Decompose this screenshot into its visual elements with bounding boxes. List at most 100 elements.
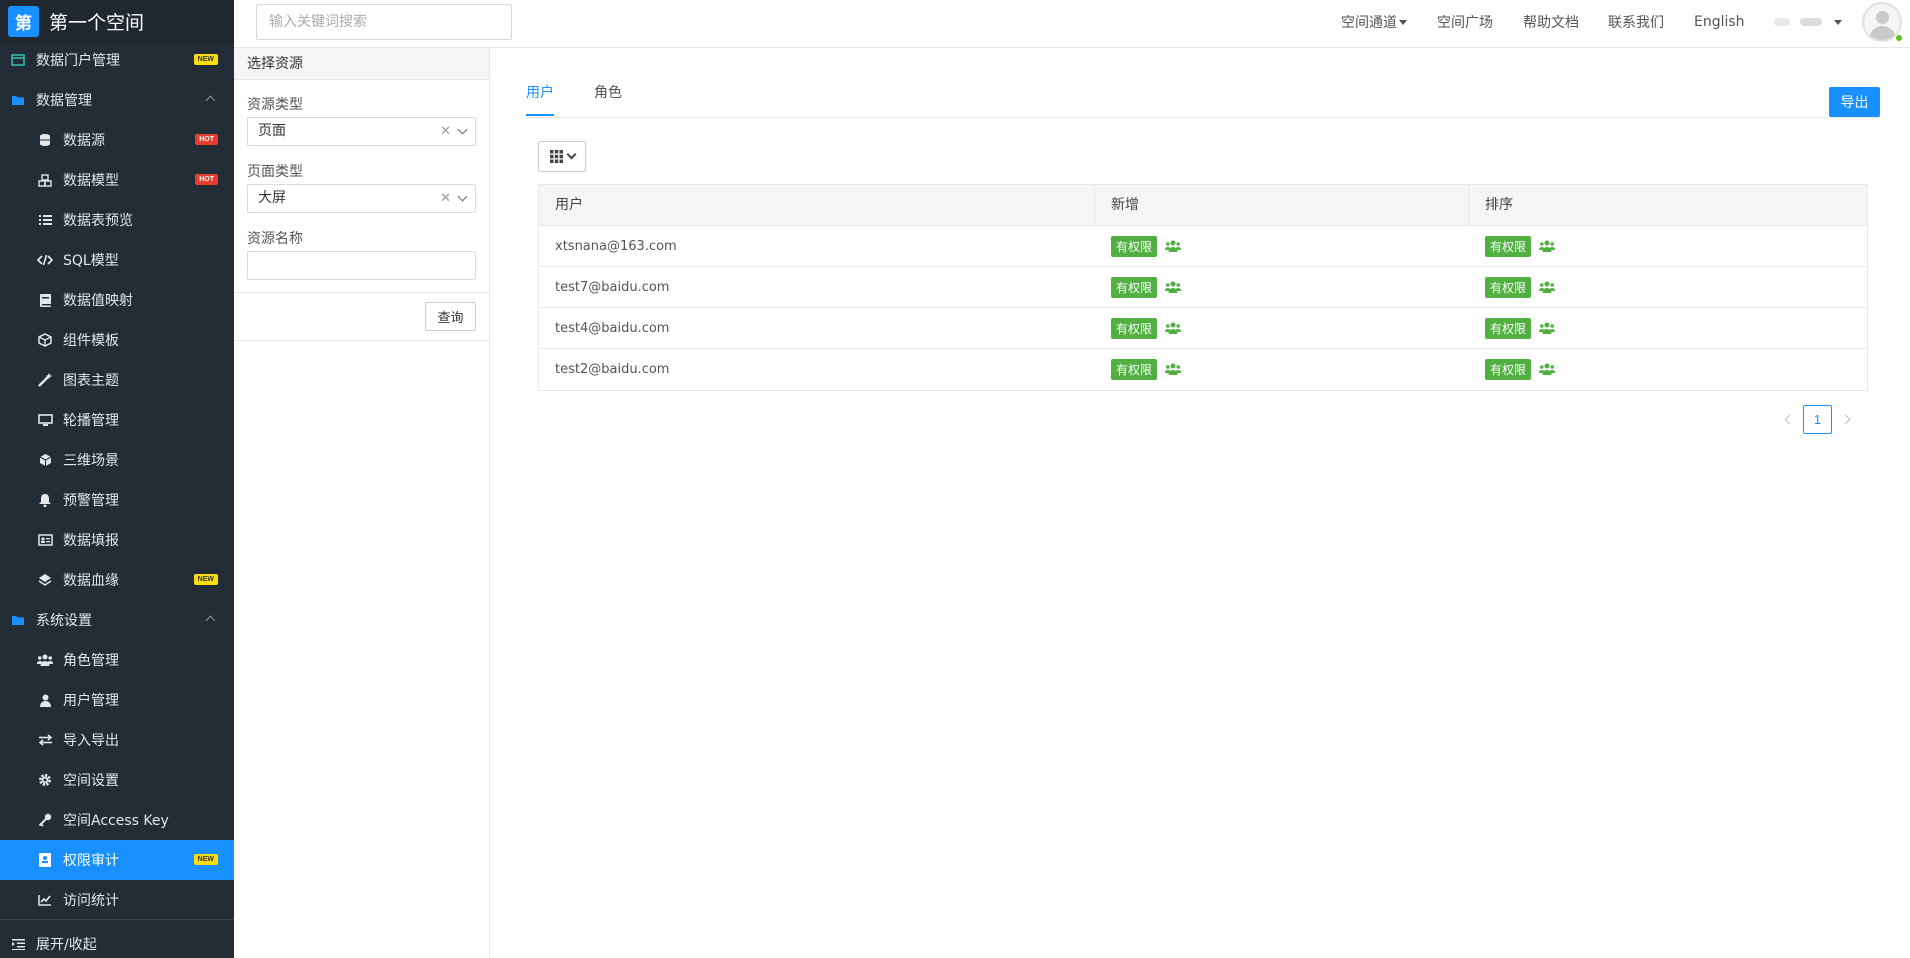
sort-permission-cell: 有权限	[1469, 349, 1867, 389]
sidebar-item-label: 图表主题	[63, 373, 119, 389]
key-icon	[37, 812, 53, 828]
users-icon[interactable]	[1539, 363, 1556, 375]
sidebar-item-label: 数据表预览	[63, 213, 133, 229]
sidebar-item-label: 空间Access Key	[63, 813, 169, 829]
clear-icon[interactable]: ✕	[440, 118, 451, 145]
space-title[interactable]: 第一个空间	[49, 8, 144, 35]
folder-icon	[10, 612, 26, 628]
sidebar-item-label: 数据填报	[63, 533, 119, 549]
sidebar-item-label: 数据门户管理	[36, 53, 120, 69]
permission-tag: 有权限	[1111, 317, 1158, 339]
resource-name-input[interactable]	[247, 251, 476, 280]
nav-contact-us[interactable]: 联系我们	[1608, 0, 1664, 44]
sidebar-item-data-lineage[interactable]: 数据血缘 NEW	[0, 560, 234, 600]
users-icon[interactable]	[1539, 240, 1556, 252]
users-icon[interactable]	[1165, 322, 1182, 334]
permission-tag: 有权限	[1111, 276, 1158, 298]
users-icon[interactable]	[1165, 240, 1182, 252]
sidebar-item-access-key[interactable]: 空间Access Key	[0, 800, 234, 840]
sidebar-item-carousel[interactable]: 轮播管理	[0, 400, 234, 440]
add-permission-cell: 有权限	[1095, 267, 1469, 307]
user-email: xtsnana@163.com	[555, 238, 677, 254]
add-permission-cell: 有权限	[1095, 226, 1469, 266]
users-icon[interactable]	[1165, 281, 1182, 293]
chevron-left-icon[interactable]	[1784, 414, 1795, 425]
caret-down-icon	[1834, 19, 1842, 25]
folder-icon	[10, 92, 26, 108]
add-permission-cell: 有权限	[1095, 349, 1469, 389]
cube-icon	[37, 452, 53, 468]
database-icon	[37, 132, 53, 148]
sidebar-item-component-template[interactable]: 组件模板	[0, 320, 234, 360]
page-type-select[interactable]: 大屏 ✕	[247, 184, 476, 213]
code-icon	[37, 252, 53, 268]
brand-logo: 第	[8, 6, 39, 37]
sidebar-item-visit-stats[interactable]: 访问统计	[0, 880, 234, 920]
nav-language[interactable]: English	[1694, 0, 1745, 44]
chevron-down-icon	[457, 124, 468, 135]
clear-icon[interactable]: ✕	[440, 185, 451, 212]
indent-icon	[10, 936, 26, 952]
sidebar-item-3d-scene[interactable]: 三维场景	[0, 440, 234, 480]
page-number[interactable]: 1	[1803, 405, 1832, 434]
permission-tag: 有权限	[1111, 235, 1158, 257]
new-badge: NEW	[193, 54, 218, 65]
users-icon[interactable]	[1165, 363, 1182, 375]
nav-space-square[interactable]: 空间广场	[1437, 0, 1493, 44]
table-header: 用户 新增 排序	[539, 185, 1867, 226]
column-header-add[interactable]: 新增	[1095, 185, 1469, 226]
user-menu[interactable]	[1774, 18, 1842, 26]
sidebar-item-space-settings[interactable]: 空间设置	[0, 760, 234, 800]
user-icon	[37, 692, 53, 708]
collapse-caret-icon	[205, 615, 216, 626]
tab-roles[interactable]: 角色	[594, 82, 622, 114]
sort-permission-cell: 有权限	[1469, 308, 1867, 348]
sidebar-item-user-management[interactable]: 用户管理	[0, 680, 234, 720]
sidebar-item-data-fill[interactable]: 数据填报	[0, 520, 234, 560]
sidebar-item-table-preview[interactable]: 数据表预览	[0, 200, 234, 240]
sidebar-group-data-management[interactable]: 数据管理	[0, 80, 234, 120]
column-toggle-button[interactable]	[538, 141, 586, 172]
sidebar-item-data-model[interactable]: 数据模型 HOT	[0, 160, 234, 200]
gear-icon	[37, 772, 53, 788]
nav-space-channel[interactable]: 空间通道	[1341, 0, 1407, 44]
permission-tag: 有权限	[1485, 358, 1532, 380]
page-type-label: 页面类型	[247, 164, 303, 180]
divider	[234, 340, 490, 341]
export-button[interactable]: 导出	[1829, 87, 1880, 117]
resource-type-value: 页面	[258, 123, 286, 139]
column-header-sort[interactable]: 排序	[1469, 185, 1867, 226]
nav-help-docs[interactable]: 帮助文档	[1523, 0, 1579, 44]
sidebar-item-role-management[interactable]: 角色管理	[0, 640, 234, 680]
resource-type-select[interactable]: 页面 ✕	[247, 117, 476, 146]
sidebar-group-system-settings[interactable]: 系统设置	[0, 600, 234, 640]
chevron-down-icon	[457, 191, 468, 202]
sidebar-item-value-mapping[interactable]: 数据值映射	[0, 280, 234, 320]
search-input[interactable]	[256, 4, 512, 40]
users-icon[interactable]	[1539, 322, 1556, 334]
tab-users[interactable]: 用户	[526, 82, 554, 116]
query-button[interactable]: 查询	[425, 302, 476, 331]
page-type-value: 大屏	[258, 190, 286, 206]
sidebar-item-alert[interactable]: 预警管理	[0, 480, 234, 520]
sidebar-item-label: 数据血缘	[63, 573, 119, 589]
sidebar-item-permission-audit[interactable]: 权限审计 NEW	[0, 840, 234, 880]
sort-permission-cell: 有权限	[1469, 267, 1867, 307]
sidebar-toggle[interactable]: 展开/收起	[0, 924, 234, 958]
table-row: test7@baidu.com 有权限 有权限	[539, 267, 1867, 308]
sidebar-item-label: 权限审计	[63, 853, 119, 869]
sidebar-toggle-label: 展开/收起	[36, 937, 97, 953]
add-permission-cell: 有权限	[1095, 308, 1469, 348]
sidebar-item-import-export[interactable]: 导入导出	[0, 720, 234, 760]
sidebar-item-label: 系统设置	[36, 613, 92, 629]
sidebar-item-datasource[interactable]: 数据源 HOT	[0, 120, 234, 160]
users-icon[interactable]	[1539, 281, 1556, 293]
exchange-icon	[37, 732, 53, 748]
sidebar-item-chart-theme[interactable]: 图表主题	[0, 360, 234, 400]
sidebar-item-sql-model[interactable]: SQL模型	[0, 240, 234, 280]
column-header-user[interactable]: 用户	[539, 185, 1095, 226]
sidebar-item-portal[interactable]: 数据门户管理 NEW	[0, 40, 234, 80]
online-status-dot	[1895, 34, 1903, 42]
sidebar-item-label: 空间设置	[63, 773, 119, 789]
chevron-right-icon[interactable]	[1840, 414, 1851, 425]
